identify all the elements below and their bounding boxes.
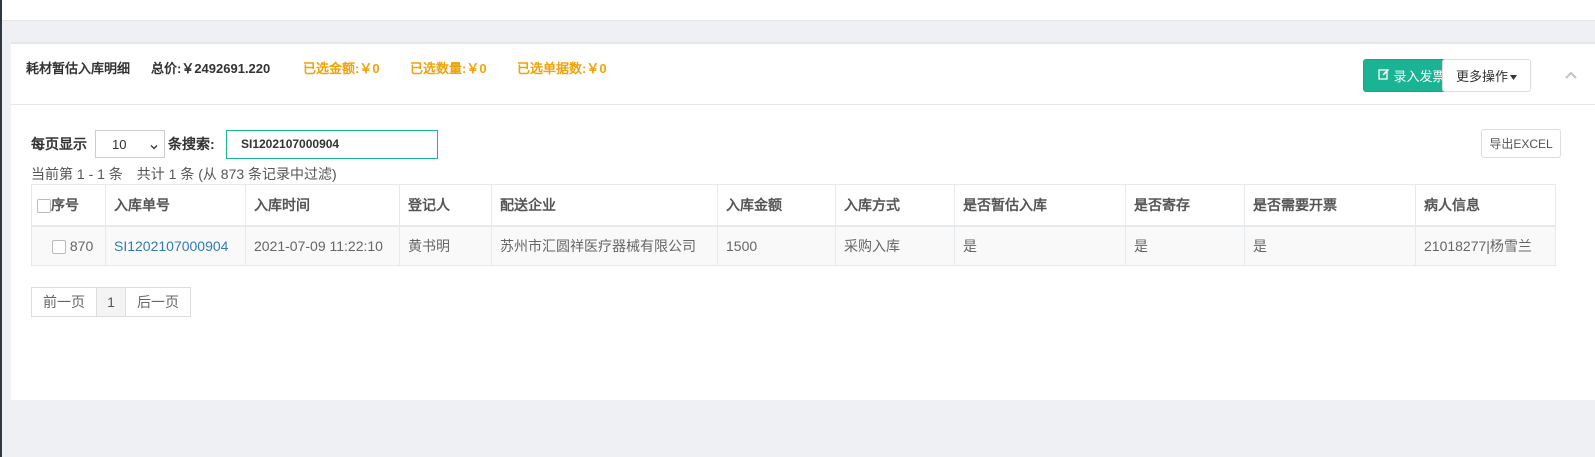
per-page-label: 每页显示 <box>31 136 87 152</box>
row-amount-cell: 1500 <box>717 225 836 266</box>
column-header-needs-invoice[interactable]: 是否需要开票 <box>1244 184 1416 227</box>
column-header-method[interactable]: 入库方式 <box>835 184 955 227</box>
column-header-consigned[interactable]: 是否寄存 <box>1125 184 1245 227</box>
panel-header: 耗材暂估入库明细 总价:￥2492691.220 已选金额:￥0 已选数量:￥0… <box>11 44 1595 105</box>
edit-icon <box>1378 68 1390 83</box>
total-price: 总价:￥2492691.220 <box>151 61 271 76</box>
row-patient-cell: 21018277|杨雪兰 <box>1415 225 1556 266</box>
export-excel-button[interactable]: 导出EXCEL <box>1481 129 1561 158</box>
row-provisional-cell: 是 <box>954 225 1126 266</box>
select-all-checkbox[interactable] <box>37 199 51 214</box>
column-header-doc-no[interactable]: 入库单号 <box>105 184 246 227</box>
row-index-cell: 870 <box>31 225 106 266</box>
column-header-supplier[interactable]: 配送企业 <box>491 184 718 227</box>
row-supplier-cell: 苏州市汇圆祥医疗器械有限公司 <box>491 225 718 266</box>
column-header-index[interactable]: 序号 <box>31 184 106 227</box>
next-page-button[interactable]: 后一页 <box>125 287 191 317</box>
more-actions-button[interactable]: 更多操作 <box>1442 59 1531 92</box>
column-header-registrar[interactable]: 登记人 <box>399 184 492 227</box>
per-page-select[interactable]: 10 <box>95 130 165 158</box>
row-checkbox[interactable] <box>52 240 66 255</box>
chevron-up-icon[interactable] <box>1564 68 1578 82</box>
pagination: 前一页 1 后一页 <box>31 287 191 317</box>
row-time-cell: 2021-07-09 11:22:10 <box>245 225 400 266</box>
search-label: 条搜索: <box>168 136 215 152</box>
selected-amount: 已选金额:￥0 <box>303 61 380 76</box>
search-input[interactable]: SI1202107000904 <box>226 130 438 159</box>
row-doc-no-cell: SI1202107000904 <box>105 225 246 266</box>
table-row[interactable]: 870 SI1202107000904 2021-07-09 11:22:10 … <box>31 225 1556 266</box>
enter-invoice-label: 录入发票 <box>1393 69 1446 84</box>
selected-docs: 已选单据数:￥0 <box>517 61 607 76</box>
caret-down-icon <box>1510 68 1517 83</box>
top-panel <box>2 0 1595 21</box>
doc-no-link[interactable]: SI1202107000904 <box>114 238 228 254</box>
prev-page-button[interactable]: 前一页 <box>31 287 97 317</box>
data-table: 序号 入库单号 入库时间 登记人 配送企业 入库金额 入库方式 是否暂估入库 是… <box>31 184 1556 266</box>
per-page-value: 10 <box>112 136 127 152</box>
column-header-provisional[interactable]: 是否暂估入库 <box>954 184 1126 227</box>
column-header-amount[interactable]: 入库金额 <box>717 184 836 227</box>
row-registrar-cell: 黄书明 <box>399 225 492 266</box>
table-info: 当前第 1 - 1 条 共计 1 条 (从 873 条记录中过滤) <box>31 166 337 182</box>
row-method-cell: 采购入库 <box>835 225 955 266</box>
row-needs-invoice-cell: 是 <box>1244 225 1416 266</box>
table-header-row: 序号 入库单号 入库时间 登记人 配送企业 入库金额 入库方式 是否暂估入库 是… <box>31 184 1556 227</box>
panel-title: 耗材暂估入库明细 <box>26 61 131 76</box>
row-consigned-cell: 是 <box>1125 225 1245 266</box>
chevron-down-icon <box>150 139 158 150</box>
column-header-time[interactable]: 入库时间 <box>245 184 400 227</box>
left-edge <box>0 0 2 457</box>
column-header-patient[interactable]: 病人信息 <box>1415 184 1556 227</box>
more-actions-label: 更多操作 <box>1455 69 1508 84</box>
page-1-button[interactable]: 1 <box>96 287 126 317</box>
selected-quantity: 已选数量:￥0 <box>410 61 487 76</box>
